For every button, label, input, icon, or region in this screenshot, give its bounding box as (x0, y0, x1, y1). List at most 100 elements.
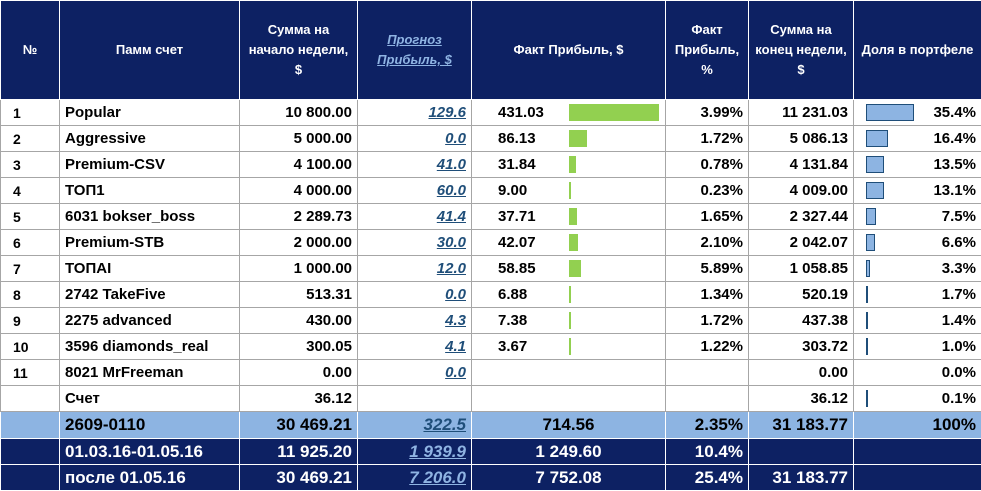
share-cell: 1.4% (853, 307, 981, 334)
table-row: Счет 36.12 36.12 0.1% (0, 385, 981, 412)
forecast-link[interactable]: 0.0 (357, 359, 472, 386)
account-name: ТОПAI (59, 255, 240, 282)
row-number: 7 (0, 255, 60, 282)
end-sum: 4 131.84 (748, 151, 854, 178)
total-account: 2609-0110 (59, 411, 240, 439)
end-sum: 1 058.85 (748, 255, 854, 282)
forecast-link[interactable] (357, 385, 472, 412)
summary-share (853, 464, 981, 491)
start-sum: 5 000.00 (239, 125, 358, 152)
summary-period: после 01.05.16 (59, 464, 240, 491)
profit-databar (569, 234, 578, 251)
header-fact-profit: Факт Прибыль, $ (471, 0, 666, 100)
fact-profit-pct: 1.72% (665, 125, 749, 152)
summary-start-sum: 30 469.21 (239, 464, 358, 491)
share-value: 13.1% (933, 182, 976, 199)
total-fact-profit-pct: 2.35% (665, 411, 749, 439)
header-num: № (0, 0, 60, 100)
account-name: 2742 TakeFive (59, 281, 240, 308)
row-number: 2 (0, 125, 60, 152)
summary-empty (0, 438, 60, 465)
forecast-link[interactable]: 0.0 (357, 281, 472, 308)
fact-profit-pct: 1.34% (665, 281, 749, 308)
fact-profit-cell: 42.07 (471, 229, 666, 256)
forecast-link[interactable]: 129.6 (357, 99, 472, 126)
forecast-link[interactable]: 41.0 (357, 151, 472, 178)
summary-fact-profit-pct: 25.4% (665, 464, 749, 491)
end-sum: 437.38 (748, 307, 854, 334)
total-start-sum: 30 469.21 (239, 411, 358, 439)
profit-databar (569, 260, 581, 277)
table-row: 2 Aggressive 5 000.00 0.0 86.13 1.72% 5 086.13… (0, 125, 981, 152)
share-cell: 1.7% (853, 281, 981, 308)
fact-profit-value: 431.03 (498, 104, 544, 121)
share-databar (866, 156, 884, 173)
header-forecast[interactable]: Прогноз Прибыль, $ (357, 0, 472, 100)
share-value: 6.6% (941, 234, 976, 251)
fact-profit-value: 7.38 (498, 312, 528, 329)
row-number: 9 (0, 307, 60, 334)
forecast-link[interactable]: 12.0 (357, 255, 472, 282)
start-sum: 0.00 (239, 359, 358, 386)
summary-row: 01.03.16-01.05.16 11 925.20 1 939.9 1 249.6… (0, 438, 981, 465)
start-sum: 1 000.00 (239, 255, 358, 282)
account-name: Popular (59, 99, 240, 126)
share-databar (866, 338, 868, 355)
summary-forecast-link[interactable]: 1 939.9 (357, 438, 472, 465)
share-cell: 6.6% (853, 229, 981, 256)
fact-profit-cell: 6.88 (471, 281, 666, 308)
end-sum: 4 009.00 (748, 177, 854, 204)
summary-forecast-link[interactable]: 7 206.0 (357, 464, 472, 491)
share-value: 35.4% (933, 104, 976, 121)
forecast-link[interactable]: 60.0 (357, 177, 472, 204)
profit-databar (569, 208, 577, 225)
fact-profit-value: 3.67 (498, 338, 528, 355)
fact-profit-value: 37.71 (498, 208, 536, 225)
fact-profit-value: 86.13 (498, 130, 536, 147)
fact-profit-cell: 9.00 (471, 177, 666, 204)
fact-profit-cell: 86.13 (471, 125, 666, 152)
end-sum: 0.00 (748, 359, 854, 386)
total-end-sum: 31 183.77 (748, 411, 854, 439)
total-forecast-link[interactable]: 322.5 (357, 411, 472, 439)
share-value: 0.1% (941, 390, 976, 407)
fact-profit-pct: 1.65% (665, 203, 749, 230)
table-row: 7 ТОПAI 1 000.00 12.0 58.85 5.89% 1 058.85 3.3% (0, 255, 981, 282)
share-databar (866, 234, 875, 251)
fact-profit-pct: 1.72% (665, 307, 749, 334)
forecast-link[interactable]: 30.0 (357, 229, 472, 256)
summary-fact-profit: 1 249.60 (471, 438, 666, 465)
summary-fact-profit: 7 752.08 (471, 464, 666, 491)
forecast-link[interactable]: 4.3 (357, 307, 472, 334)
row-number: 11 (0, 359, 60, 386)
profit-databar (569, 104, 659, 121)
row-number: 4 (0, 177, 60, 204)
fact-profit-pct: 1.22% (665, 333, 749, 360)
forecast-link[interactable]: 4.1 (357, 333, 472, 360)
pamm-portfolio-table: № Памм счет Сумма на начало недели, $ Пр… (0, 0, 981, 491)
account-name: Счет (59, 385, 240, 412)
share-cell: 0.1% (853, 385, 981, 412)
table-row: 1 Popular 10 800.00 129.6 431.03 3.99% 11 231.… (0, 99, 981, 126)
start-sum: 36.12 (239, 385, 358, 412)
header-share: Доля в портфеле (853, 0, 981, 100)
share-value: 13.5% (933, 156, 976, 173)
fact-profit-cell: 3.67 (471, 333, 666, 360)
start-sum: 4 100.00 (239, 151, 358, 178)
account-name: Aggressive (59, 125, 240, 152)
header-forecast-link[interactable]: Прогноз Прибыль, $ (377, 32, 452, 67)
start-sum: 4 000.00 (239, 177, 358, 204)
share-databar (866, 390, 868, 407)
forecast-link[interactable]: 0.0 (357, 125, 472, 152)
share-value: 16.4% (933, 130, 976, 147)
profit-databar (569, 182, 571, 199)
fact-profit-cell: 37.71 (471, 203, 666, 230)
fact-profit-value: 6.88 (498, 286, 528, 303)
start-sum: 2 000.00 (239, 229, 358, 256)
forecast-link[interactable]: 41.4 (357, 203, 472, 230)
summary-start-sum: 11 925.20 (239, 438, 358, 465)
end-sum: 5 086.13 (748, 125, 854, 152)
end-sum: 2 327.44 (748, 203, 854, 230)
end-sum: 36.12 (748, 385, 854, 412)
fact-profit-cell: 58.85 (471, 255, 666, 282)
